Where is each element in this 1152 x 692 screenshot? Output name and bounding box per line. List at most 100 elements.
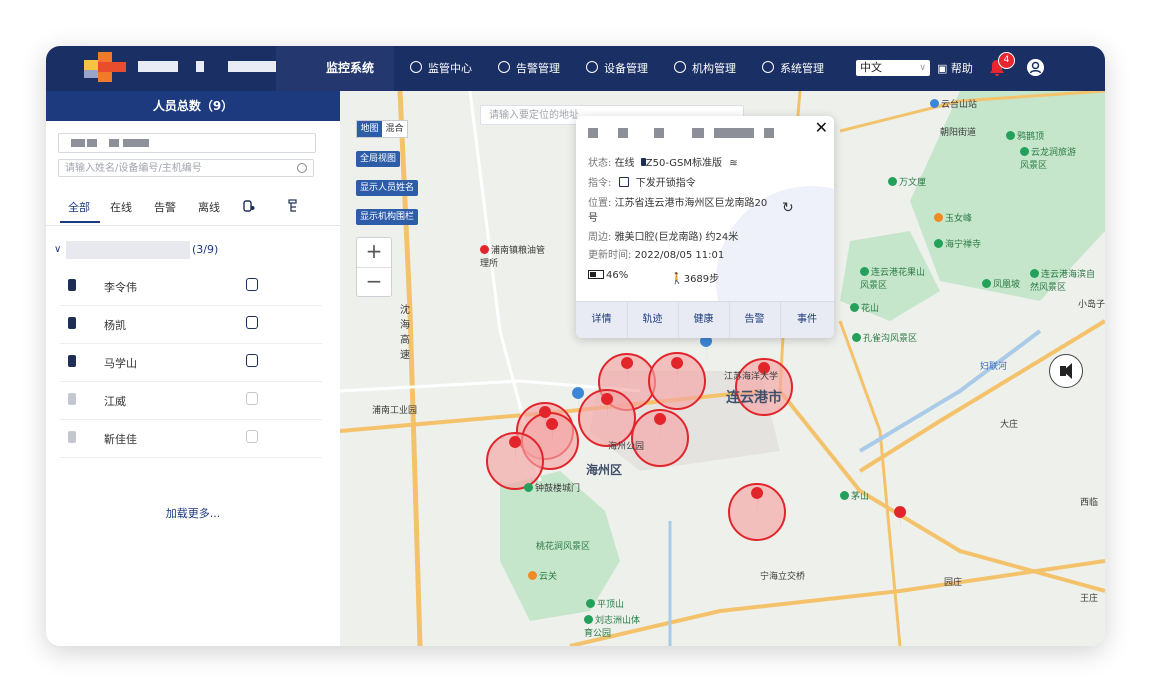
chevron-down-icon[interactable]: ∨ xyxy=(54,244,61,255)
details-button[interactable]: 详情 xyxy=(576,302,628,338)
unlock-command-link[interactable]: 下发开锁指令 xyxy=(636,178,696,189)
road xyxy=(569,559,1105,646)
monitor-icon xyxy=(410,61,422,73)
map-mode-hybrid[interactable]: 混合 xyxy=(382,121,407,137)
tab-offline[interactable]: 离线 xyxy=(198,199,220,215)
tab-alarm[interactable]: 告警 xyxy=(154,199,176,215)
watch-device-icon xyxy=(68,393,76,405)
popup-updated-line: 更新时间: 2022/08/05 11:01 xyxy=(588,250,725,261)
poi-label: 桃花涧风景区 xyxy=(536,542,591,552)
app-title: 监控系统 xyxy=(326,61,375,75)
poi-label: 西临 xyxy=(1080,498,1099,508)
track-button[interactable]: 轨迹 xyxy=(627,302,679,338)
alarm-button[interactable]: 告警 xyxy=(729,302,781,338)
person-row[interactable]: 靳佳佳 xyxy=(60,419,322,458)
zoom-out-button[interactable]: − xyxy=(357,268,391,297)
map-view[interactable]: 请输入要定位的地址 地图 混合 全局视图 显示人员姓名 显示机构围栏 + − 云台… xyxy=(340,91,1105,646)
poi-label: 凤凰坡 xyxy=(982,277,1020,290)
person-name: 马学山 xyxy=(104,357,137,370)
map-mode-map[interactable]: 地图 xyxy=(357,121,382,137)
tab-all[interactable]: 全部 xyxy=(68,199,90,215)
watch-person-icon[interactable] xyxy=(246,354,258,367)
person-row[interactable]: 马学山 xyxy=(60,343,322,382)
zoom-control: + − xyxy=(356,237,392,297)
tab-organization-tree-icon[interactable] xyxy=(286,199,300,213)
alarm-icon xyxy=(498,61,510,73)
device-icon xyxy=(586,61,598,73)
load-more-link[interactable]: 加载更多... xyxy=(46,505,340,521)
popup-nearby-line: 周边: 雅美口腔(巨龙南路) 约24米 xyxy=(588,232,739,243)
tab-online[interactable]: 在线 xyxy=(110,199,132,215)
person-name: 靳佳佳 xyxy=(104,433,137,446)
volume-button[interactable] xyxy=(1049,354,1083,388)
tab-watch-person-icon[interactable] xyxy=(242,199,256,213)
global-view-button[interactable]: 全局视图 xyxy=(356,151,401,167)
search-icon[interactable] xyxy=(297,163,307,173)
poi-label: 浦南工业园 xyxy=(372,406,418,416)
system-icon xyxy=(762,61,774,73)
map-mode-toggle[interactable]: 地图 混合 xyxy=(356,120,408,138)
app-window: 监控系统 监管中心 告警管理 设备管理 机构管理 系统管理 中文 ∨ ▣ 帮助 4… xyxy=(46,46,1105,646)
wifi-icon: ≋ xyxy=(729,158,738,169)
river xyxy=(858,329,1042,453)
watch-person-icon[interactable] xyxy=(246,392,258,405)
poi-label: 海州公园 xyxy=(608,442,645,452)
nav-monitor-center[interactable]: 监管中心 xyxy=(410,46,472,91)
alert-count-badge: 4 xyxy=(998,52,1015,69)
language-select[interactable]: 中文 ∨ xyxy=(856,60,930,76)
zoom-in-button[interactable]: + xyxy=(357,238,391,268)
watch-person-icon[interactable] xyxy=(246,316,258,329)
poi-label: 连云港花果山风景区 xyxy=(860,267,926,291)
poi-label: 孔雀沟风景区 xyxy=(852,331,917,344)
show-names-button[interactable]: 显示人员姓名 xyxy=(356,180,419,196)
poi-label: 宁海立交桥 xyxy=(760,572,806,582)
poi-label: 大庄 xyxy=(1000,420,1019,430)
person-row[interactable]: 李令伟 xyxy=(60,267,322,306)
health-button[interactable]: 健康 xyxy=(678,302,730,338)
book-icon: ▣ xyxy=(937,62,951,75)
redacted-block xyxy=(109,139,119,147)
river-label: 妇联河 xyxy=(980,362,1008,372)
watch-person-icon[interactable] xyxy=(246,278,258,291)
city-label-lianyungang: 连云港市 xyxy=(726,390,782,406)
nav-organization-management[interactable]: 机构管理 xyxy=(674,46,736,91)
popup-battery: 46% xyxy=(588,270,628,281)
watch-device-icon xyxy=(68,279,76,291)
popup-command-line: 指令: 下发开锁指令 xyxy=(588,177,696,189)
person-row[interactable]: 江威 xyxy=(60,381,322,420)
refresh-icon[interactable]: ↻ xyxy=(782,200,794,216)
person-row[interactable]: 杨凯 xyxy=(60,305,322,344)
help-link[interactable]: ▣ 帮助 xyxy=(937,46,973,91)
brand-name-redacted xyxy=(196,61,204,72)
map-marker-icon[interactable] xyxy=(700,335,713,361)
events-button[interactable]: 事件 xyxy=(780,302,834,338)
redacted-block xyxy=(71,139,85,147)
nav-alarm-management[interactable]: 告警管理 xyxy=(498,46,560,91)
show-fence-button[interactable]: 显示机构围栏 xyxy=(356,209,419,225)
poi-label: 云关 xyxy=(528,569,557,582)
watch-device-icon xyxy=(68,317,76,329)
close-icon[interactable]: ✕ xyxy=(815,118,828,137)
poi-label: 钟鼓楼城门 xyxy=(524,481,580,494)
personnel-tabs: 全部 在线 告警 离线 xyxy=(46,195,340,226)
battery-icon xyxy=(588,270,604,279)
poi-label: 海宁禅寺 xyxy=(934,237,981,250)
personnel-total-title: 人员总数（9） xyxy=(46,91,340,121)
poi-label: 花山 xyxy=(850,301,879,314)
poi-label: 小岛子 xyxy=(1078,300,1105,310)
watch-person-icon[interactable] xyxy=(246,430,258,443)
poi-label: 浦南镇粮油管理所 xyxy=(480,245,546,269)
personnel-search-input[interactable]: 请输入姓名/设备编号/主机编号 xyxy=(58,159,314,177)
nav-system-management[interactable]: 系统管理 xyxy=(762,46,824,91)
organization-group-row[interactable]: ∨ (3/9) xyxy=(46,241,340,259)
poi-label: 平顶山 xyxy=(586,597,624,610)
user-avatar-icon[interactable] xyxy=(1027,59,1044,76)
brand-name-redacted xyxy=(228,61,276,72)
person-name: 江威 xyxy=(104,395,126,408)
active-tab-indicator xyxy=(60,221,100,223)
organization-select[interactable] xyxy=(58,133,316,153)
popup-status-line: 状态: 在线 Z50-GSM标准版 ≋ xyxy=(588,158,738,169)
poi-label: 王庄 xyxy=(1080,594,1099,604)
nav-device-management[interactable]: 设备管理 xyxy=(586,46,648,91)
poi-label: 万文厘 xyxy=(888,175,926,188)
